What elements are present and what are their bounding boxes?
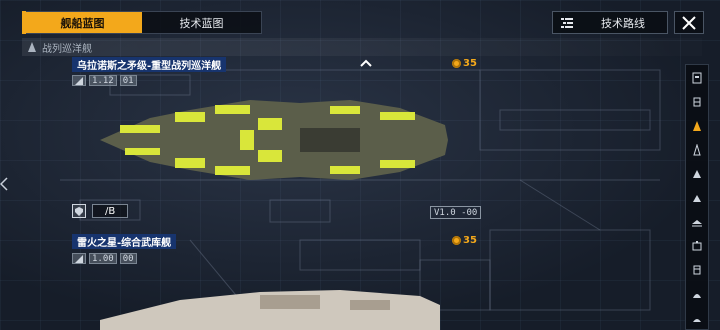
scroll-left-button[interactable] [0, 176, 8, 191]
filter-cruiser[interactable] [686, 91, 708, 113]
frigate-icon [693, 144, 701, 156]
tab-ship-blueprint[interactable]: 舰船蓝图 [23, 12, 142, 33]
slot-field[interactable]: /B [92, 204, 128, 218]
cruiser-icon [693, 97, 701, 107]
blueprint-tabs: 舰船蓝图 技术蓝图 [22, 11, 262, 34]
coin-icon [452, 59, 461, 68]
ship-name-1[interactable]: 乌拉诺斯之矛级-重型战列巡洋舰 [72, 57, 227, 72]
collapse-chevron[interactable] [356, 56, 376, 70]
ship-slot-1: /B [72, 204, 128, 218]
ship-type-badge [72, 75, 86, 86]
corvette-icon [693, 195, 701, 202]
tech-route-button[interactable]: 技术路线 [552, 11, 668, 34]
base-icon [693, 294, 701, 298]
tech-route-icon [561, 17, 573, 28]
coin-icon [452, 236, 461, 245]
close-button[interactable] [674, 11, 704, 34]
tech-route-label: 技术路线 [601, 16, 645, 30]
ship-meta-2: 1.00 00 [72, 253, 137, 264]
ship-name-2[interactable]: 雷火之星-综合武库舰 [72, 234, 177, 249]
outpost-icon [693, 319, 701, 322]
filter-corvette[interactable] [686, 187, 708, 209]
ship-type-icon [75, 254, 83, 263]
destroyer-icon [693, 170, 701, 178]
category-label: 战列巡洋舰 [42, 43, 92, 55]
filter-outpost[interactable] [686, 307, 708, 329]
shield-icon [72, 204, 86, 218]
ship-level-extra: 01 [119, 75, 137, 86]
ship-version: V1.0 -00 [430, 206, 482, 219]
chevron-up-icon [360, 59, 372, 67]
ship-cost-value: 35 [463, 58, 477, 69]
filter-support[interactable] [686, 211, 708, 233]
filter-carrier[interactable] [686, 67, 708, 89]
ship-meta-1: 1.12 01 [72, 75, 137, 86]
tab-tech-blueprint[interactable]: 技术蓝图 [142, 12, 261, 33]
top-bar: 舰船蓝图 技术蓝图 技术路线 [0, 0, 720, 40]
ship-cost-1: 35 [452, 58, 477, 69]
category-header: 战列巡洋舰 [22, 38, 702, 56]
ship-cost-2: 35 [452, 235, 477, 246]
filter-destroyer[interactable] [686, 163, 708, 185]
ship-level-extra: 00 [119, 253, 137, 264]
filter-battlecruiser[interactable] [686, 115, 708, 137]
filter-base[interactable] [686, 283, 708, 305]
filter-station[interactable] [686, 235, 708, 257]
ship-cost-value: 35 [463, 235, 477, 246]
close-icon [682, 15, 696, 30]
battlecruiser-class-icon [28, 42, 36, 52]
ship-level: 1.12 [89, 75, 117, 86]
filter-dome[interactable] [686, 259, 708, 281]
ship-type-icon [75, 76, 83, 85]
station-icon [692, 241, 702, 251]
battlecruiser-icon [693, 121, 701, 131]
active-tab-marker [22, 11, 26, 34]
filter-frigate[interactable] [686, 139, 708, 161]
chevron-left-icon [0, 177, 8, 191]
class-filter-rail [685, 64, 709, 330]
ship-level: 1.00 [89, 253, 117, 264]
carrier-icon [692, 72, 702, 84]
support-icon [692, 220, 702, 227]
ship-type-badge [72, 253, 86, 264]
dome-icon [693, 265, 701, 275]
